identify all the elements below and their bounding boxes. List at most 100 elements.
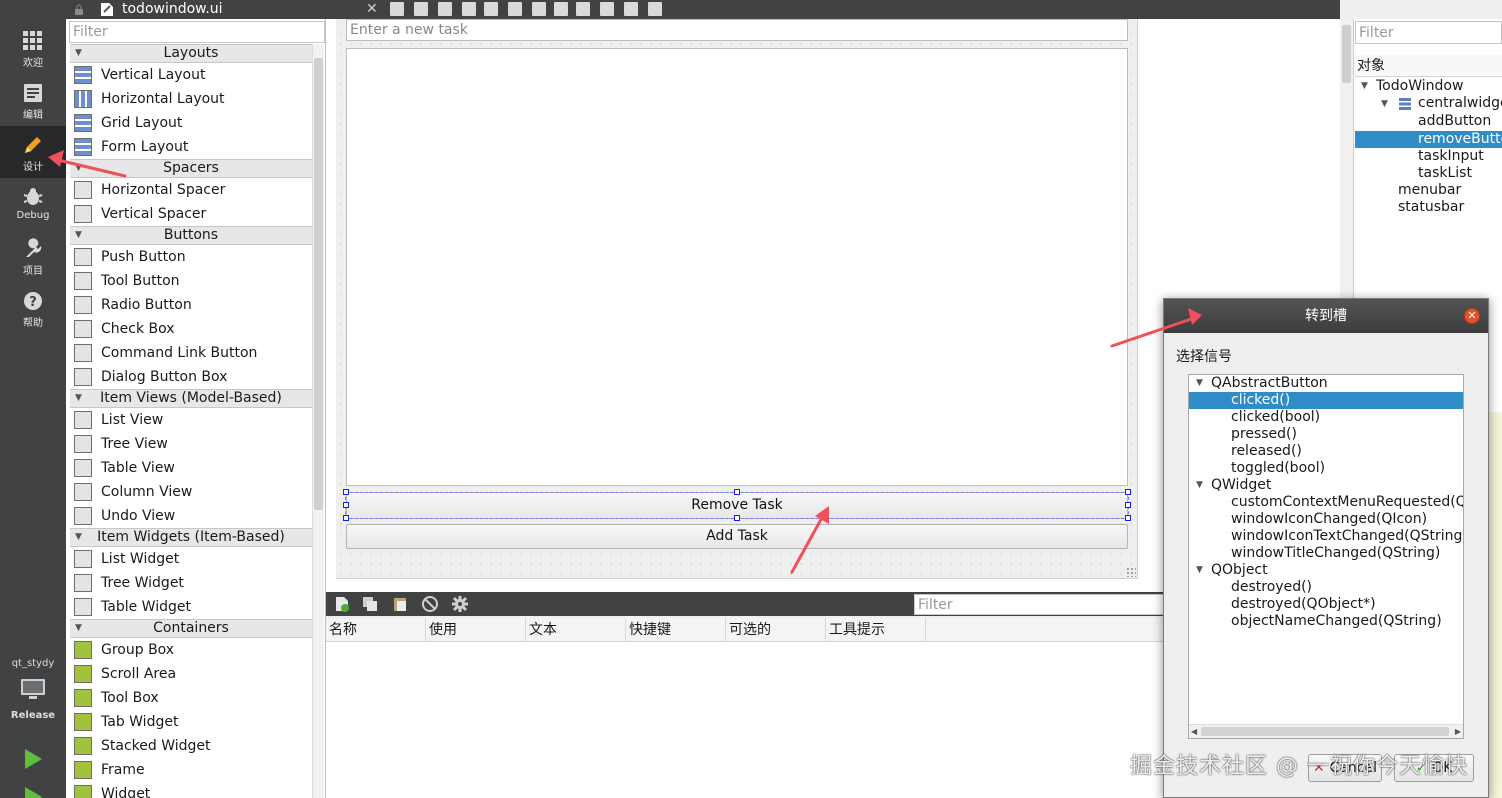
object-tree-item[interactable]: taskList [1418,165,1502,182]
mode-edit[interactable]: 编辑 [0,74,66,126]
task-list[interactable] [346,48,1128,486]
widget-category-header[interactable]: ▼ Spacers [70,159,312,178]
widget-item[interactable]: Push Button [70,245,312,269]
run-icon[interactable] [23,748,43,770]
widget-item[interactable]: Check Box [70,317,312,341]
layout-tool-icon[interactable] [576,2,590,16]
signal-group[interactable]: QObject [1189,562,1463,579]
widget-item[interactable]: Command Link Button [70,341,312,365]
widget-category-header[interactable]: ▼ Buttons [70,226,312,245]
column-header[interactable]: 名称 [326,618,426,642]
signal-item[interactable]: released() [1189,443,1463,460]
widget-item[interactable]: Tab Widget [70,710,312,734]
widget-item[interactable]: Dialog Button Box [70,365,312,389]
signal-item[interactable]: pressed() [1189,426,1463,443]
widget-item[interactable]: Group Box [70,638,312,662]
layout-tool-icon[interactable] [414,2,428,16]
object-filter[interactable] [1355,21,1502,44]
widget-box-filter[interactable] [69,21,325,43]
add-task-button[interactable]: Add Task [346,524,1128,549]
signal-item[interactable]: windowIconChanged(QIcon) [1189,511,1463,528]
resize-handle[interactable] [1125,489,1131,495]
layout-tool-icon[interactable] [462,2,476,16]
widget-item[interactable]: Scroll Area [70,662,312,686]
widget-box-scrollbar[interactable] [312,44,324,798]
signal-item[interactable]: objectNameChanged(QString) [1189,613,1463,630]
layout-tool-icon[interactable] [600,2,614,16]
collapse-arrow-icon[interactable]: ▼ [75,620,82,637]
gear-icon[interactable] [452,596,468,612]
debug-run-icon[interactable] [23,786,43,798]
resize-handle[interactable] [1125,515,1131,521]
signal-tree[interactable]: ▼ QAbstractButton clicked() clicked(bool) pr… [1188,374,1464,739]
widget-item[interactable]: Radio Button [70,293,312,317]
layout-tool-icon[interactable] [554,2,568,16]
layout-tool-icon[interactable] [624,2,638,16]
widget-item[interactable]: List View [70,408,312,432]
layout-tool-icon[interactable] [390,2,404,16]
resize-handle[interactable] [343,489,349,495]
widget-item[interactable]: Column View [70,480,312,504]
copy-icon[interactable] [362,596,378,612]
signal-item[interactable]: windowIconTextChanged(QString) [1189,528,1463,545]
signal-item[interactable]: clicked() [1189,392,1463,409]
widget-category-header[interactable]: ▼ Item Widgets (Item-Based) [70,528,312,547]
widget-item[interactable]: Undo View [70,504,312,528]
widget-item[interactable]: Tree Widget [70,571,312,595]
signal-item[interactable]: destroyed() [1189,579,1463,596]
collapse-arrow-icon[interactable]: ▼ [75,227,82,244]
widget-item[interactable]: Grid Layout [70,111,312,135]
widget-item[interactable]: Stacked Widget [70,734,312,758]
widget-item[interactable]: Frame [70,758,312,782]
scroll-thumb[interactable] [1201,727,1449,736]
widget-item[interactable]: Horizontal Spacer [70,178,312,202]
scroll-left-icon[interactable]: ◀ [1191,725,1197,738]
widget-category-header[interactable]: ▼ Containers [70,619,312,638]
widget-item[interactable]: Table Widget [70,595,312,619]
new-action-icon[interactable] [334,596,350,612]
size-grip[interactable] [1126,567,1136,577]
object-tree-item[interactable]: statusbar [1398,199,1502,216]
signal-group[interactable]: QWidget [1189,477,1463,494]
collapse-arrow-icon[interactable]: ▼ [75,45,82,62]
widget-category-header[interactable]: ▼ Item Views (Model-Based) [70,389,312,408]
collapse-arrow-icon[interactable]: ▼ [75,529,82,546]
widget-item[interactable]: Horizontal Layout [70,87,312,111]
resize-handle[interactable] [734,515,740,521]
signal-item[interactable]: windowTitleChanged(QString) [1189,545,1463,562]
paste-icon[interactable] [392,596,408,612]
close-icon[interactable]: ✕ [366,0,378,19]
layout-tool-icon[interactable] [532,2,546,16]
mode-design[interactable]: 设计 [0,126,66,178]
action-filter[interactable] [914,594,1164,615]
column-header[interactable]: 使用 [426,618,526,642]
widget-category-header[interactable]: ▼ Layouts [70,44,312,63]
signal-item[interactable]: toggled(bool) [1189,460,1463,477]
object-tree-item[interactable]: centralwidget [1418,95,1502,112]
object-tree-item[interactable]: taskInput [1418,148,1502,165]
widget-item[interactable]: Vertical Spacer [70,202,312,226]
column-header[interactable]: 可选的 [726,618,826,642]
signal-item[interactable]: clicked(bool) [1189,409,1463,426]
mode-projects[interactable]: 项目 [0,230,66,282]
widget-item[interactable]: Tree View [70,432,312,456]
layout-tool-icon[interactable] [438,2,452,16]
column-header[interactable]: 文本 [526,618,626,642]
layout-tool-icon[interactable] [484,2,498,16]
mode-welcome[interactable]: 欢迎 [0,22,66,74]
object-tree-item-selected[interactable]: removeButton [1355,131,1502,148]
mode-debug[interactable]: Debug [0,178,66,230]
collapse-arrow-icon[interactable]: ▼ [75,390,82,407]
resize-handle[interactable] [343,502,349,508]
task-input[interactable] [346,19,1128,41]
layout-tool-icon[interactable] [648,2,662,16]
widget-item[interactable]: List Widget [70,547,312,571]
scroll-right-icon[interactable]: ▶ [1455,725,1461,738]
widget-item[interactable]: Table View [70,456,312,480]
collapse-arrow-icon[interactable]: ▼ [75,160,82,177]
object-tree-item[interactable]: TodoWindow [1376,78,1502,95]
resize-handle[interactable] [734,489,740,495]
resize-handle[interactable] [1125,502,1131,508]
monitor-icon[interactable] [20,678,46,702]
signal-item[interactable]: destroyed(QObject*) [1189,596,1463,613]
